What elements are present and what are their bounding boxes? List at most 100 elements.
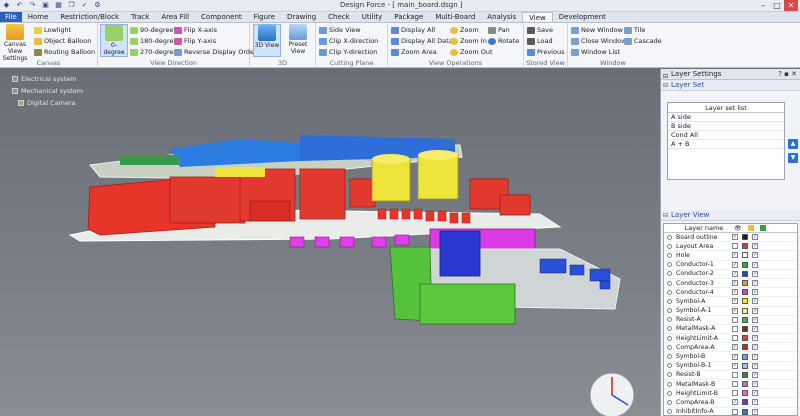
layer-color-swatch[interactable] <box>742 252 748 259</box>
side-view-button[interactable]: Side View <box>319 25 361 35</box>
layer-visible-checkbox[interactable] <box>732 335 738 342</box>
zoom-out-button[interactable]: Zoom Out <box>450 47 493 57</box>
layer-active-radio[interactable] <box>667 409 672 415</box>
layer-visible-checkbox[interactable]: ✓ <box>732 362 738 369</box>
layer-color-swatch[interactable] <box>742 243 748 250</box>
layer-view-section-header[interactable]: ⊟ Layer View <box>661 210 800 221</box>
layer-row[interactable]: InhibitInfo-A ✓ <box>664 408 797 415</box>
layer-select-checkbox[interactable]: ✓ <box>752 316 758 323</box>
layer-select-checkbox[interactable]: ✓ <box>752 408 758 415</box>
layer-row[interactable]: Resist-B ✓ <box>664 371 797 380</box>
layer-visible-checkbox[interactable] <box>732 316 738 323</box>
layer-visible-checkbox[interactable]: ✓ <box>732 289 738 296</box>
3d-view-button[interactable]: 3D View <box>253 24 281 57</box>
layer-active-radio[interactable] <box>667 344 672 350</box>
save-icon[interactable]: ▣ <box>41 1 50 10</box>
layer-active-radio[interactable] <box>667 399 672 405</box>
layer-select-checkbox[interactable]: ✓ <box>752 234 758 241</box>
layer-active-radio[interactable] <box>667 363 672 369</box>
maximize-button[interactable]: □ <box>770 0 784 11</box>
3d-viewport[interactable]: Electrical system Mechanical system Digi… <box>0 69 660 416</box>
zoom-button[interactable]: Zoom <box>450 25 479 35</box>
pan-button[interactable]: Pan <box>488 25 510 35</box>
layer-select-checkbox[interactable]: ✓ <box>752 243 758 250</box>
layer-color-swatch[interactable] <box>742 399 748 406</box>
layer-row[interactable]: Conductor-1 ✓ ✓ <box>664 261 797 270</box>
layer-select-checkbox[interactable]: ✓ <box>752 371 758 378</box>
layer-active-radio[interactable] <box>667 289 672 295</box>
layer-row[interactable]: CompArea-B ✓ ✓ <box>664 398 797 408</box>
settings-icon[interactable]: ⚙ <box>93 1 102 10</box>
layer-active-radio[interactable] <box>667 372 672 378</box>
redo-icon[interactable]: ↷ <box>28 1 37 10</box>
move-down-button[interactable]: ▼ <box>788 153 798 163</box>
layer-visible-checkbox[interactable]: ✓ <box>732 353 738 360</box>
tab-view[interactable]: View <box>522 12 553 22</box>
grid-icon[interactable]: ▦ <box>54 1 63 10</box>
zero-degree-button[interactable]: 0-degree <box>100 24 128 57</box>
layer-active-radio[interactable] <box>667 326 672 332</box>
new-window-button[interactable]: New Window <box>571 25 623 35</box>
zoom-area-button[interactable]: Zoom Area <box>391 47 437 57</box>
object-balloon-button[interactable]: Object Balloon <box>34 36 91 46</box>
app-icon[interactable]: ◆ <box>2 1 11 10</box>
layer-row[interactable]: Symbol-B-1 ✓ ✓ <box>664 362 797 371</box>
layer-color-swatch[interactable] <box>742 316 748 323</box>
layer-color-swatch[interactable] <box>742 234 748 241</box>
cascade-button[interactable]: Cascade <box>624 36 662 46</box>
layer-select-checkbox[interactable]: ✓ <box>752 390 758 397</box>
flip-y-button[interactable]: Flip Y-axis <box>174 36 216 46</box>
layer-visible-checkbox[interactable]: ✓ <box>732 280 738 287</box>
copy-icon[interactable]: ❐ <box>67 1 76 10</box>
layer-select-checkbox[interactable]: ✓ <box>752 289 758 296</box>
layer-row[interactable]: HeightLimit-A ✓ <box>664 334 797 344</box>
window-list-button[interactable]: Window List <box>571 47 620 57</box>
tab-drawing[interactable]: Drawing <box>281 12 322 22</box>
undo-icon[interactable]: ↶ <box>15 1 24 10</box>
layer-row[interactable]: Conductor-4 ✓ ✓ <box>664 288 797 298</box>
layer-visible-checkbox[interactable]: ✓ <box>732 344 738 351</box>
minimize-button[interactable]: – <box>756 0 770 11</box>
tab-utility[interactable]: Utility <box>356 12 389 22</box>
layer-color-swatch[interactable] <box>742 408 748 415</box>
flip-x-button[interactable]: Flip X-axis <box>174 25 217 35</box>
layer-color-swatch[interactable] <box>742 381 748 388</box>
layer-set-row[interactable]: A side <box>668 113 784 122</box>
deg270-button[interactable]: 270-degree <box>130 47 178 57</box>
layer-set-row[interactable]: Cond All <box>668 131 784 140</box>
tab-analysis[interactable]: Analysis <box>481 12 522 22</box>
tile-button[interactable]: Tile <box>624 25 645 35</box>
layer-visible-checkbox[interactable] <box>732 325 738 332</box>
layer-color-swatch[interactable] <box>742 325 748 332</box>
layer-visible-checkbox[interactable]: ✓ <box>732 298 738 305</box>
layer-visible-checkbox[interactable] <box>732 408 738 415</box>
layer-select-checkbox[interactable]: ✓ <box>752 307 758 314</box>
layer-color-swatch[interactable] <box>742 289 748 296</box>
load-view-button[interactable]: Load <box>527 36 553 46</box>
canvas-view-settings-button[interactable]: Canvas View Settings <box>2 24 28 62</box>
layer-active-radio[interactable] <box>667 381 672 387</box>
layer-select-checkbox[interactable]: ✓ <box>752 270 758 277</box>
clip-y-button[interactable]: Clip Y-direction <box>319 47 377 57</box>
tab-package[interactable]: Package <box>388 12 429 22</box>
save-view-button[interactable]: Save <box>527 25 553 35</box>
close-button[interactable]: ✕ <box>784 0 798 11</box>
display-all-button[interactable]: Display All <box>391 25 435 35</box>
layer-color-swatch[interactable] <box>742 362 748 369</box>
tab-file[interactable]: File <box>0 12 22 22</box>
preset-view-button[interactable]: Preset View <box>283 24 313 55</box>
layer-select-checkbox[interactable]: ✓ <box>752 344 758 351</box>
layer-color-swatch[interactable] <box>742 270 748 277</box>
display-all-data-button[interactable]: Display All Data <box>391 36 453 46</box>
layer-active-radio[interactable] <box>667 234 672 240</box>
layer-select-checkbox[interactable]: ✓ <box>752 280 758 287</box>
layer-select-checkbox[interactable]: ✓ <box>752 381 758 388</box>
layer-select-checkbox[interactable]: ✓ <box>752 298 758 305</box>
layer-active-radio[interactable] <box>667 262 672 268</box>
panel-controls[interactable]: ? ▪ ✕ <box>778 69 797 80</box>
layer-row[interactable]: MetalMask-B ✓ <box>664 380 797 390</box>
tab-area-fill[interactable]: Area Fill <box>155 12 195 22</box>
layer-row[interactable]: Resist-A ✓ <box>664 316 797 325</box>
layer-row[interactable]: Layout Area ✓ <box>664 242 797 252</box>
layer-visible-checkbox[interactable]: ✓ <box>732 270 738 277</box>
